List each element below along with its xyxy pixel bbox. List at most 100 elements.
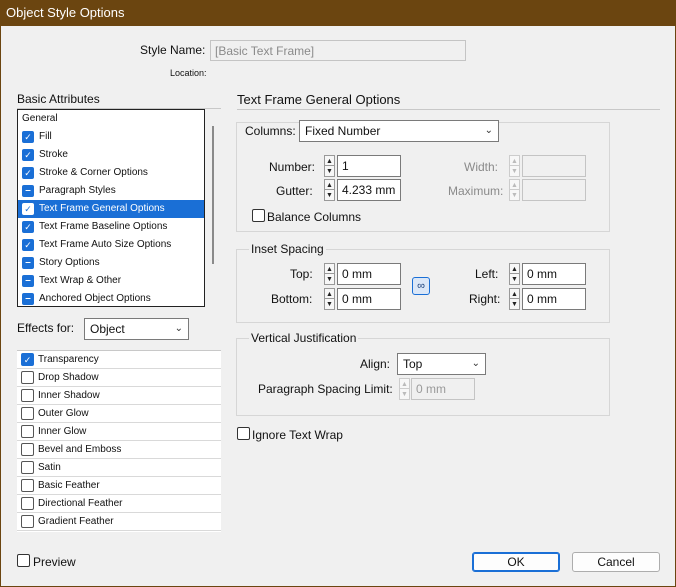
list-item[interactable]: Directional Feather bbox=[17, 495, 221, 513]
up-arrow-icon[interactable]: ▲ bbox=[324, 288, 335, 299]
list-item[interactable]: ✓ Text Frame Baseline Options bbox=[18, 218, 204, 236]
list-item[interactable]: ✓ Fill bbox=[18, 128, 204, 146]
checkbox[interactable] bbox=[21, 497, 34, 510]
window-title: Object Style Options bbox=[6, 5, 125, 20]
gutter-stepper[interactable]: ▲ ▼ bbox=[324, 179, 335, 201]
list-item[interactable]: Gradient Feather bbox=[17, 513, 221, 531]
checkbox[interactable] bbox=[21, 461, 34, 474]
up-arrow-icon[interactable]: ▲ bbox=[324, 263, 335, 274]
vertical-justification-heading: Vertical Justification bbox=[249, 331, 359, 345]
checkbox[interactable] bbox=[21, 389, 34, 402]
checkbox-ignore-icon[interactable]: – bbox=[22, 257, 34, 269]
list-item[interactable]: Drop Shadow bbox=[17, 369, 221, 387]
ignore-text-wrap-checkbox[interactable] bbox=[237, 427, 250, 440]
chevron-down-icon: ⌄ bbox=[174, 323, 183, 334]
inset-right-stepper[interactable]: ▲ ▼ bbox=[509, 288, 520, 310]
inset-top-field[interactable]: 0 mm bbox=[337, 263, 401, 285]
checkbox-checked-icon[interactable]: ✓ bbox=[22, 167, 34, 179]
maximum-field bbox=[522, 179, 586, 201]
list-item[interactable]: General bbox=[18, 110, 204, 128]
checkbox-checked-icon[interactable]: ✓ bbox=[21, 353, 34, 366]
list-item[interactable]: Outer Glow bbox=[17, 405, 221, 423]
down-arrow-icon[interactable]: ▼ bbox=[324, 166, 335, 177]
inset-right-field[interactable]: 0 mm bbox=[522, 288, 586, 310]
number-field[interactable]: 1 bbox=[337, 155, 401, 177]
list-item[interactable]: – Text Wrap & Other bbox=[18, 272, 204, 290]
checkbox[interactable] bbox=[21, 479, 34, 492]
checkbox-checked-icon[interactable]: ✓ bbox=[22, 239, 34, 251]
checkbox-checked-icon[interactable]: ✓ bbox=[22, 131, 34, 143]
down-arrow-icon[interactable]: ▼ bbox=[324, 190, 335, 201]
gutter-label: Gutter: bbox=[276, 184, 313, 198]
effects-for-select[interactable]: Object ⌄ bbox=[84, 318, 189, 340]
list-item[interactable]: – Anchored Object Options bbox=[18, 290, 204, 306]
checkbox-checked-icon[interactable]: ✓ bbox=[22, 149, 34, 161]
inset-bottom-stepper[interactable]: ▲ ▼ bbox=[324, 288, 335, 310]
maximum-stepper: ▲ ▼ bbox=[509, 179, 520, 201]
down-arrow-icon[interactable]: ▼ bbox=[509, 299, 520, 310]
inset-top-stepper[interactable]: ▲ ▼ bbox=[324, 263, 335, 285]
checkbox-checked-icon[interactable]: ✓ bbox=[22, 221, 34, 233]
maximum-label: Maximum: bbox=[448, 184, 504, 198]
up-arrow-icon[interactable]: ▲ bbox=[324, 155, 335, 166]
basic-attributes-list[interactable]: General ✓ Fill ✓ Stroke ✓ Stroke & Corner O… bbox=[17, 109, 205, 307]
number-stepper[interactable]: ▲ ▼ bbox=[324, 155, 335, 177]
down-arrow-icon[interactable]: ▼ bbox=[324, 299, 335, 310]
ok-button[interactable]: OK bbox=[472, 552, 560, 572]
list-scrollbar[interactable] bbox=[212, 126, 214, 264]
width-field bbox=[522, 155, 586, 177]
list-item[interactable]: ✓ Text Frame Auto Size Options bbox=[18, 236, 204, 254]
down-arrow-icon[interactable]: ▼ bbox=[324, 274, 335, 285]
inset-bottom-field[interactable]: 0 mm bbox=[337, 288, 401, 310]
effects-list[interactable]: ✓ Transparency Drop Shadow Inner Shadow O… bbox=[17, 350, 221, 532]
inset-bottom-label: Bottom: bbox=[271, 292, 313, 306]
balance-columns-label: Balance Columns bbox=[267, 210, 362, 224]
list-item[interactable]: Inner Shadow bbox=[17, 387, 221, 405]
up-arrow-icon: ▲ bbox=[509, 179, 520, 190]
checkbox-ignore-icon[interactable]: – bbox=[22, 293, 34, 305]
list-item[interactable]: – Story Options bbox=[18, 254, 204, 272]
cancel-button[interactable]: Cancel bbox=[572, 552, 660, 572]
list-item[interactable]: Basic Feather bbox=[17, 477, 221, 495]
align-select[interactable]: Top ⌄ bbox=[397, 353, 486, 375]
inset-spacing-heading: Inset Spacing bbox=[249, 242, 326, 256]
inset-left-label: Left: bbox=[475, 267, 499, 281]
gutter-field[interactable]: 4.233 mm bbox=[337, 179, 401, 201]
list-item[interactable]: Bevel and Emboss bbox=[17, 441, 221, 459]
paragraph-spacing-limit-stepper: ▲ ▼ bbox=[399, 378, 410, 400]
checkbox[interactable] bbox=[21, 515, 34, 528]
list-item[interactable]: Inner Glow bbox=[17, 423, 221, 441]
up-arrow-icon[interactable]: ▲ bbox=[324, 179, 335, 190]
checkbox-ignore-icon[interactable]: – bbox=[22, 185, 34, 197]
list-item[interactable]: Satin bbox=[17, 459, 221, 477]
list-item[interactable]: ✓ Transparency bbox=[17, 351, 221, 369]
columns-label: Columns: bbox=[245, 124, 298, 138]
down-arrow-icon: ▼ bbox=[399, 389, 410, 400]
list-item[interactable]: ✓ Stroke & Corner Options bbox=[18, 164, 204, 182]
up-arrow-icon[interactable]: ▲ bbox=[509, 263, 520, 274]
checkbox[interactable] bbox=[21, 443, 34, 456]
checkbox[interactable] bbox=[21, 371, 34, 384]
panel-heading: Text Frame General Options bbox=[237, 92, 401, 107]
checkbox-checked-icon[interactable]: ✓ bbox=[22, 203, 34, 215]
down-arrow-icon[interactable]: ▼ bbox=[509, 274, 520, 285]
up-arrow-icon: ▲ bbox=[399, 378, 410, 389]
list-item[interactable]: – Paragraph Styles bbox=[18, 182, 204, 200]
inset-left-stepper[interactable]: ▲ ▼ bbox=[509, 263, 520, 285]
inset-left-field[interactable]: 0 mm bbox=[522, 263, 586, 285]
checkbox[interactable] bbox=[21, 407, 34, 420]
columns-select[interactable]: Fixed Number ⌄ bbox=[299, 120, 499, 142]
up-arrow-icon[interactable]: ▲ bbox=[509, 288, 520, 299]
width-stepper: ▲ ▼ bbox=[509, 155, 520, 177]
inset-right-label: Right: bbox=[469, 292, 501, 306]
preview-checkbox[interactable] bbox=[17, 554, 30, 567]
checkbox[interactable] bbox=[21, 425, 34, 438]
list-item[interactable]: ✓ Stroke bbox=[18, 146, 204, 164]
link-icon[interactable]: ∞ bbox=[412, 277, 430, 295]
balance-columns-checkbox[interactable] bbox=[252, 209, 265, 222]
list-item-selected[interactable]: ✓ Text Frame General Options bbox=[18, 200, 204, 218]
up-arrow-icon: ▲ bbox=[509, 155, 520, 166]
style-name-field[interactable]: [Basic Text Frame] bbox=[210, 40, 466, 61]
checkbox-ignore-icon[interactable]: – bbox=[22, 275, 34, 287]
ignore-text-wrap-label: Ignore Text Wrap bbox=[252, 428, 343, 442]
